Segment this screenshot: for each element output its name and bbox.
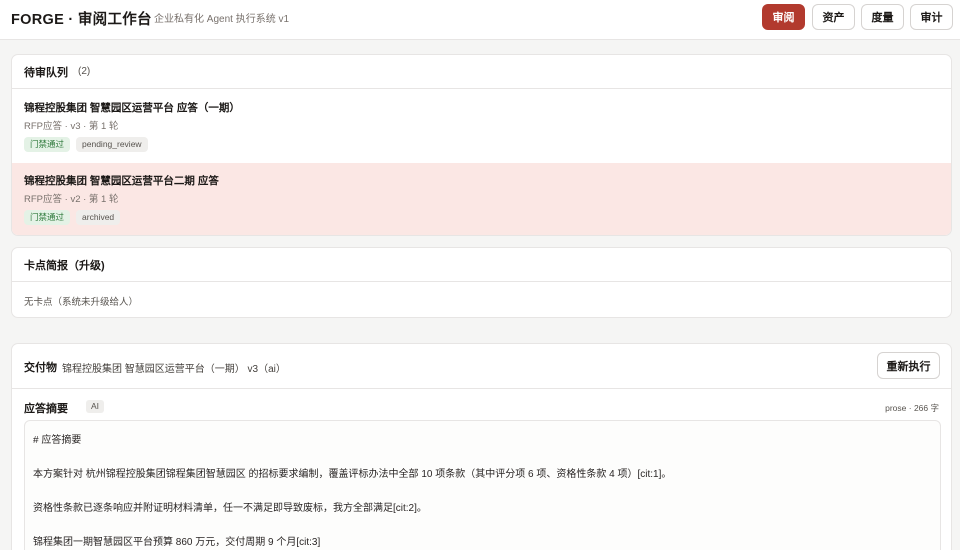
nav-assets-button[interactable]: 资产 [812, 4, 855, 30]
queue-item-title: 锦程控股集团 智慧园区运营平台二期 应答 [24, 175, 219, 187]
content-line: 本方案针对 杭州锦程控股集团锦程集团智慧园区 的招标要求编制，覆盖评标办法中全部… [33, 469, 672, 480]
blockers-card: 卡点简报（升级) 无卡点（系统未升级给人） [11, 247, 952, 318]
status-badge: pending_review [76, 137, 148, 152]
blockers-empty-text: 无卡点（系统未升级给人） [24, 297, 139, 308]
queue-item-meta: RFP应答 · v3 · 第 1 轮 [24, 121, 119, 132]
deliverable-card: 交付物 锦程控股集团 智慧园区运营平台（一期） v3（ai） 重新执行 应答摘要… [11, 343, 952, 550]
ai-badge: AI [86, 400, 105, 413]
summary-editor[interactable]: # 应答摘要 本方案针对 杭州锦程控股集团锦程集团智慧园区 的招标要求编制，覆盖… [24, 420, 941, 550]
app-subtitle: 企业私有化 Agent 执行系统 v1 [154, 14, 290, 25]
deliverable-label: 交付物 [24, 362, 57, 374]
review-queue-header: 待审队列 (2) [12, 55, 951, 89]
top-bar: FORGE · 审阅工作台 企业私有化 Agent 执行系统 v1 审阅 资产 … [0, 0, 960, 40]
blockers-header: 卡点简报（升级) [12, 248, 951, 282]
content-line: 资格性条款已逐条响应并附证明材料清单，任一不满足即导致废标，我方全部满足[cit… [33, 503, 427, 514]
nav-metrics-button[interactable]: 度量 [861, 4, 904, 30]
queue-item-meta: RFP应答 · v2 · 第 1 轮 [24, 194, 119, 205]
summary-section-title: 应答摘要 [24, 403, 68, 415]
status-badge: archived [76, 210, 121, 225]
blockers-title: 卡点简报（升级) [24, 259, 105, 272]
gate-passed-badge: 门禁通过 [24, 137, 71, 152]
review-queue-title: 待审队列 [24, 66, 68, 79]
rerun-button[interactable]: 重新执行 [877, 352, 940, 379]
content-meta: prose · 266 字 [885, 403, 939, 413]
deliverable-name: 锦程控股集团 智慧园区运营平台（一期） v3（ai） [62, 364, 286, 375]
nav-review-button[interactable]: 审阅 [762, 4, 805, 30]
queue-item-title: 锦程控股集团 智慧园区运营平台 应答（一期） [24, 102, 240, 114]
queue-item[interactable]: 锦程控股集团 智慧园区运营平台 应答（一期） RFP应答 · v3 · 第 1 … [12, 90, 951, 163]
nav-audit-button[interactable]: 审计 [910, 4, 953, 30]
app-title: FORGE · 审阅工作台 [11, 12, 152, 28]
content-line: 锦程集团一期智慧园区平台预算 860 万元，交付周期 9 个月[cit:3] [33, 537, 321, 548]
deliverable-header: 交付物 锦程控股集团 智慧园区运营平台（一期） v3（ai） 重新执行 [12, 344, 951, 389]
queue-item-selected[interactable]: 锦程控股集团 智慧园区运营平台二期 应答 RFP应答 · v2 · 第 1 轮 … [12, 163, 951, 235]
content-line: # 应答摘要 [33, 435, 82, 446]
queue-item-tags: 门禁通过 archived [24, 210, 121, 225]
review-queue-card: 待审队列 (2) 锦程控股集团 智慧园区运营平台 应答（一期） RFP应答 · … [11, 54, 952, 236]
gate-passed-badge: 门禁通过 [24, 210, 71, 225]
queue-item-tags: 门禁通过 pending_review [24, 137, 148, 152]
review-queue-count: (2) [78, 66, 91, 77]
